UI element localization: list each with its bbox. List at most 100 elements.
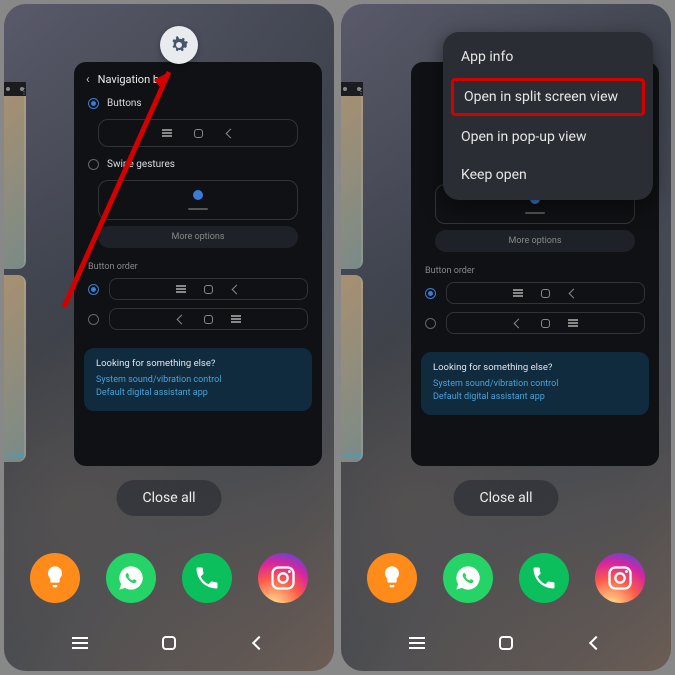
peek-time: 1:25 PM — [343, 454, 361, 460]
radio-off-icon[interactable] — [88, 314, 99, 325]
card-header: ‹ Navigation bar — [74, 62, 322, 92]
system-navbar — [341, 629, 671, 657]
peek-card[interactable]: ⋮ 1:25 PM — [4, 275, 26, 462]
suggest-panel: Looking for something else? System sound… — [421, 352, 649, 415]
recent-icon — [513, 288, 523, 298]
peek-card[interactable]: ⋮ 1:25 PM — [341, 82, 363, 269]
app-icon-whatsapp[interactable] — [443, 553, 493, 603]
whatsapp-icon — [117, 564, 145, 592]
app-icon-tips[interactable] — [367, 553, 417, 603]
radio-buttons-row[interactable]: Buttons — [74, 92, 322, 115]
section-button-order: Button order — [411, 258, 659, 278]
menu-split-screen[interactable]: Open in split screen view — [451, 78, 645, 116]
swipe-preview — [98, 180, 298, 220]
instagram-icon — [269, 564, 297, 592]
whatsapp-icon — [454, 564, 482, 592]
nav-recent-button[interactable] — [66, 629, 94, 657]
back-icon — [176, 314, 186, 324]
peek-statusbar: ⋮ — [4, 82, 26, 96]
phone-icon — [193, 564, 221, 592]
recent-icon — [162, 128, 172, 138]
menu-popup-view[interactable]: Open in pop-up view — [443, 118, 653, 156]
home-icon — [204, 285, 213, 294]
app-icon-tips[interactable] — [30, 553, 80, 603]
phone-icon — [530, 564, 558, 592]
radio-buttons-label: Buttons — [107, 98, 142, 109]
app-icon-instagram[interactable] — [595, 553, 645, 603]
more-options-button[interactable]: More options — [98, 226, 298, 248]
home-icon — [541, 319, 550, 328]
back-icon[interactable]: ‹ — [86, 72, 90, 86]
order-row-1[interactable] — [411, 278, 659, 308]
phone-right: ⋮ 1:25 PM ⋮ 1:25 PM More options Button … — [341, 4, 671, 671]
radio-off-icon[interactable] — [425, 318, 436, 329]
lightbulb-icon — [378, 564, 406, 592]
order-row-2[interactable] — [74, 304, 322, 334]
order-preview — [109, 308, 308, 330]
section-button-order: Button order — [74, 254, 322, 274]
suggest-panel: Looking for something else? System sound… — [84, 348, 312, 411]
home-icon — [194, 129, 203, 138]
home-icon — [541, 289, 550, 298]
instagram-icon — [606, 564, 634, 592]
more-options-button[interactable]: More options — [435, 230, 635, 252]
peek-column: ⋮ 1:25 PM ⋮ 1:25 PM — [341, 82, 363, 462]
app-icon-instagram[interactable] — [258, 553, 308, 603]
suggest-link-sound[interactable]: System sound/vibration control — [433, 379, 637, 389]
menu-app-info[interactable]: App info — [443, 38, 653, 76]
app-icon-whatsapp[interactable] — [106, 553, 156, 603]
order-preview — [446, 282, 645, 304]
menu-keep-open[interactable]: Keep open — [443, 156, 653, 194]
radio-on-icon[interactable] — [88, 98, 99, 109]
suggest-title: Looking for something else? — [96, 358, 300, 369]
radio-on-icon[interactable] — [425, 288, 436, 299]
recent-icon — [231, 314, 241, 324]
suggest-link-assistant[interactable]: Default digital assistant app — [433, 392, 637, 402]
close-all-button[interactable]: Close all — [453, 480, 558, 516]
order-preview — [446, 312, 645, 334]
close-all-button[interactable]: Close all — [116, 480, 221, 516]
nav-home-button[interactable] — [155, 629, 183, 657]
settings-card[interactable]: ‹ Navigation bar Buttons Swipe gestures … — [74, 62, 322, 466]
system-navbar — [4, 629, 334, 657]
app-icon-phone[interactable] — [519, 553, 569, 603]
radio-off-icon[interactable] — [88, 159, 99, 170]
order-row-2[interactable] — [411, 308, 659, 338]
gesture-line-icon — [188, 208, 208, 210]
peek-card[interactable]: ⋮ 1:25 PM — [4, 82, 26, 269]
suggest-link-assistant[interactable]: Default digital assistant app — [96, 388, 300, 398]
app-icon-phone[interactable] — [182, 553, 232, 603]
radio-swipe-row[interactable]: Swipe gestures — [74, 153, 322, 176]
order-preview — [109, 278, 308, 300]
nav-back-button[interactable] — [582, 629, 610, 657]
home-icon — [204, 315, 213, 324]
peek-statusbar: ⋮ — [341, 82, 363, 96]
card-title: Navigation bar — [98, 73, 169, 86]
back-icon — [231, 284, 241, 294]
radio-on-icon[interactable] — [88, 284, 99, 295]
lightbulb-icon — [41, 564, 69, 592]
order-row-1[interactable] — [74, 274, 322, 304]
suggest-title: Looking for something else? — [433, 362, 637, 373]
suggest-link-sound[interactable]: System sound/vibration control — [96, 375, 300, 385]
peek-time: 1:25 PM — [6, 454, 24, 460]
dock — [4, 553, 334, 603]
app-icon-settings[interactable] — [160, 26, 198, 64]
radio-swipe-label: Swipe gestures — [107, 159, 175, 170]
gesture-dot-icon — [193, 190, 203, 200]
back-icon — [513, 318, 523, 328]
nav-recent-button[interactable] — [403, 629, 431, 657]
dock — [341, 553, 671, 603]
back-icon — [568, 288, 578, 298]
phone-left: ⋮ 1:25 PM ⋮ 1:25 PM ‹ Navigation bar But… — [4, 4, 334, 671]
peek-card[interactable]: ⋮ 1:25 PM — [341, 275, 363, 462]
recent-icon — [176, 284, 186, 294]
context-menu: App info Open in split screen view Open … — [443, 32, 653, 200]
gesture-line-icon — [525, 212, 545, 214]
nav-home-button[interactable] — [492, 629, 520, 657]
nav-back-button[interactable] — [245, 629, 273, 657]
recent-icon — [568, 318, 578, 328]
buttons-preview — [98, 119, 298, 147]
back-icon — [225, 128, 235, 138]
peek-column: ⋮ 1:25 PM ⋮ 1:25 PM — [4, 82, 26, 462]
